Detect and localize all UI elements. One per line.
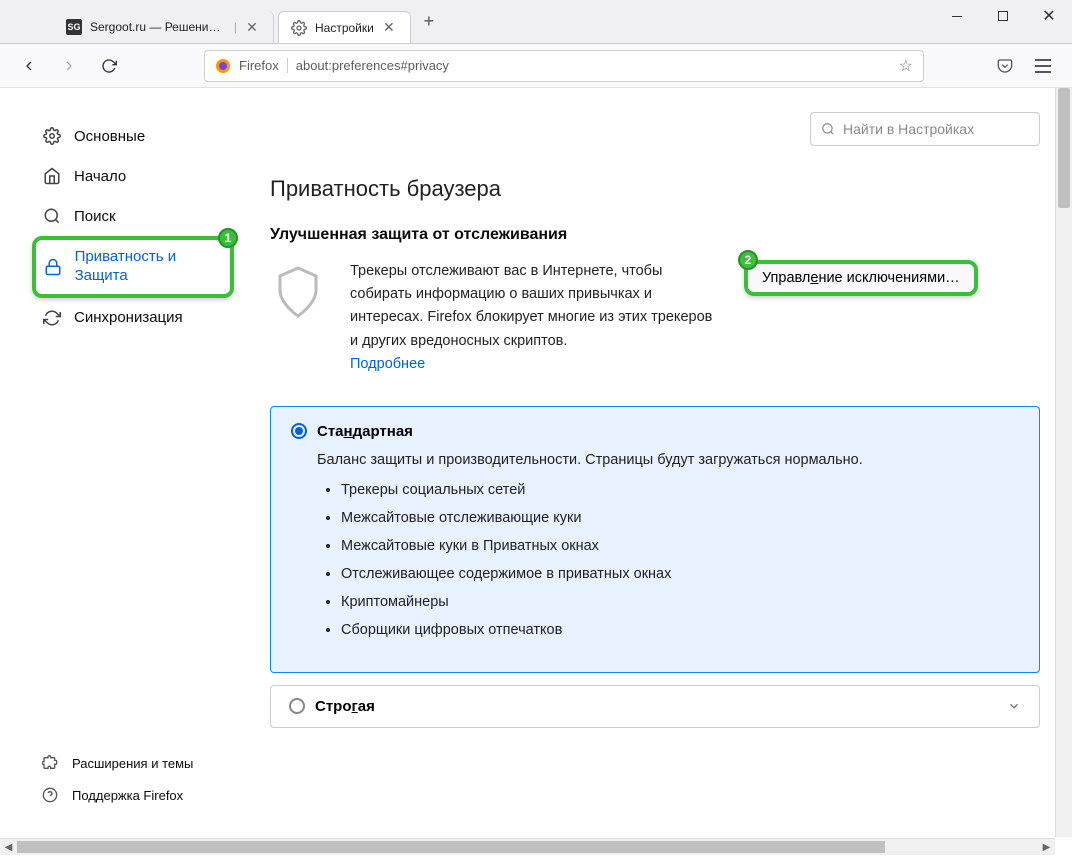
tracking-description-row: Трекеры отслеживают вас в Интернете, что… [270, 260, 1040, 376]
tab-label: Sergoot.ru — Решение ваших [90, 20, 226, 34]
close-window-button[interactable]: ✕ [1026, 0, 1072, 32]
shield-icon [270, 260, 326, 320]
pocket-icon[interactable] [990, 51, 1020, 81]
radio-standard[interactable] [291, 423, 307, 439]
url-text: about:preferences#privacy [296, 58, 891, 73]
preferences-search-input[interactable]: Найти в Настройках [810, 112, 1040, 146]
new-tab-button[interactable]: + [415, 8, 443, 36]
list-item: Сборщики цифровых отпечатков [341, 622, 1019, 638]
sidebar-item-label: Поиск [74, 208, 116, 225]
puzzle-icon [40, 753, 60, 773]
sidebar-item-general[interactable]: Основные [32, 116, 234, 156]
learn-more-link[interactable]: Подробнее [350, 356, 425, 372]
sidebar-item-label: Поддержка Firefox [72, 788, 183, 803]
sidebar-item-sync[interactable]: Синхронизация [32, 298, 234, 338]
back-button[interactable] [14, 51, 44, 81]
favicon-sergoot: SG [66, 19, 82, 35]
scrollbar-thumb[interactable] [1058, 88, 1070, 208]
sidebar-item-search[interactable]: Поиск [32, 196, 234, 236]
tab-settings[interactable]: Настройки ✕ [278, 11, 411, 43]
manage-exceptions-button[interactable]: 2 Управление исключениями… [744, 260, 978, 296]
horizontal-scrollbar[interactable]: ◀ ▶ [0, 838, 1055, 855]
sidebar-bottom: Расширения и темы Поддержка Firefox [32, 747, 234, 821]
close-icon[interactable]: ✕ [382, 21, 396, 35]
list-item: Межсайтовые куки в Приватных окнах [341, 538, 1019, 554]
reload-button[interactable] [94, 51, 124, 81]
sidebar-item-label: Начало [74, 168, 126, 185]
identity-label: Firefox [239, 58, 288, 73]
desc-text: Трекеры отслеживают вас в Интернете, что… [350, 263, 712, 349]
callout-badge: 2 [738, 250, 758, 270]
tab-separator: | [234, 20, 237, 34]
gear-icon [291, 20, 307, 36]
gear-icon [42, 126, 62, 146]
firefox-icon [215, 58, 231, 74]
sidebar-item-extensions[interactable]: Расширения и темы [32, 747, 234, 779]
content-area: Основные Начало Поиск 1 Приватность и За… [0, 88, 1072, 837]
menu-button[interactable] [1028, 51, 1058, 81]
help-icon [40, 785, 60, 805]
minimize-button[interactable] [934, 0, 980, 32]
list-item: Трекеры социальных сетей [341, 482, 1019, 498]
home-icon [42, 166, 62, 186]
sidebar-item-support[interactable]: Поддержка Firefox [32, 779, 234, 811]
standard-subtext: Баланс защиты и производительности. Стра… [317, 452, 1019, 468]
tab-sergoot[interactable]: SG Sergoot.ru — Решение ваших | ✕ [54, 11, 274, 43]
protection-standard-card[interactable]: Стандартная Баланс защиты и производител… [270, 406, 1040, 673]
sidebar-item-home[interactable]: Начало [32, 156, 234, 196]
bookmark-star-icon[interactable]: ☆ [899, 56, 913, 76]
sidebar-item-label: Расширения и темы [72, 756, 193, 771]
list-item: Отслеживающее содержимое в приватных окн… [341, 566, 1019, 582]
radio-label-standard: Стандартная [317, 423, 413, 440]
sync-icon [42, 308, 62, 328]
list-item: Криптомайнеры [341, 594, 1019, 610]
tab-label: Настройки [315, 21, 374, 35]
window-controls: ✕ [934, 0, 1072, 43]
toolbar: Firefox about:preferences#privacy ☆ [0, 44, 1072, 88]
list-item: Межсайтовые отслеживающие куки [341, 510, 1019, 526]
standard-feature-list: Трекеры социальных сетей Межсайтовые отс… [341, 482, 1019, 638]
close-icon[interactable]: ✕ [245, 20, 259, 34]
highlight-callout-1: 1 Приватность и Защита [32, 236, 234, 298]
sidebar-item-label: Приватность и Защита [75, 248, 222, 286]
radio-label-strict: Строгая [315, 698, 375, 715]
search-placeholder: Найти в Настройках [843, 121, 974, 137]
forward-button[interactable] [54, 51, 84, 81]
titlebar: SG Sergoot.ru — Решение ваших | ✕ Настро… [0, 0, 1072, 44]
sidebar-item-label: Синхронизация [74, 309, 183, 326]
subsection-title: Улучшенная защита от отслеживания [270, 226, 1040, 244]
search-icon [42, 206, 62, 226]
scroll-right-icon[interactable]: ▶ [1038, 839, 1055, 856]
vertical-scrollbar[interactable] [1055, 88, 1072, 837]
lock-icon [44, 257, 63, 277]
main-panel: Найти в Настройках Приватность браузера … [250, 88, 1072, 837]
tracking-description: Трекеры отслеживают вас в Интернете, что… [350, 260, 720, 376]
scrollbar-thumb[interactable] [17, 841, 885, 853]
radio-strict[interactable] [289, 698, 305, 714]
preferences-sidebar: Основные Начало Поиск 1 Приватность и За… [0, 88, 250, 837]
scroll-left-icon[interactable]: ◀ [0, 839, 17, 856]
sidebar-item-privacy[interactable]: Приватность и Защита [44, 246, 222, 288]
chevron-down-icon[interactable] [1007, 699, 1021, 713]
protection-strict-card[interactable]: Строгая [270, 685, 1040, 728]
search-icon [821, 122, 835, 136]
sidebar-item-label: Основные [74, 128, 145, 145]
section-title: Приватность браузера [270, 176, 1040, 202]
callout-badge: 1 [218, 228, 238, 248]
maximize-button[interactable] [980, 0, 1026, 32]
address-bar[interactable]: Firefox about:preferences#privacy ☆ [204, 50, 924, 82]
